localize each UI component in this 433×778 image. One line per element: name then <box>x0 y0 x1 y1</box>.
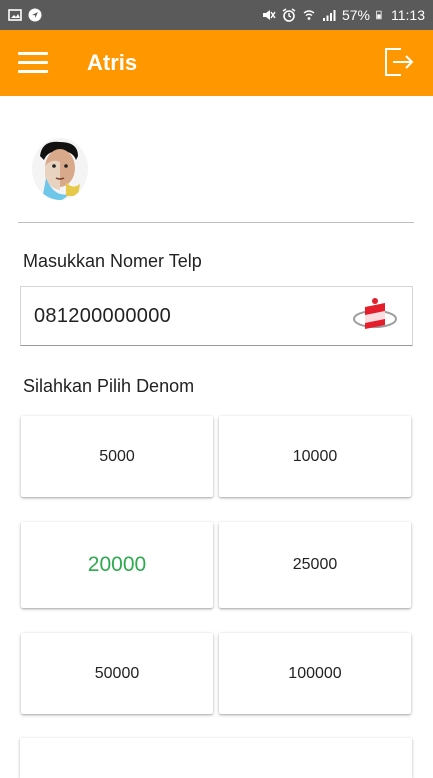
operator-logo-icon <box>353 298 397 329</box>
battery-percent: 57% <box>341 7 370 23</box>
menu-button[interactable] <box>18 52 48 74</box>
phone-input[interactable] <box>32 303 336 329</box>
denom-card-partial[interactable] <box>20 738 412 778</box>
signal-icon <box>322 10 336 21</box>
phone-field[interactable] <box>20 286 413 346</box>
avatar <box>32 138 88 200</box>
app-bar: Atris <box>0 30 433 96</box>
denom-card-100000[interactable]: 100000 <box>219 633 411 714</box>
app-title: Atris <box>87 50 138 75</box>
gallery-icon <box>8 9 22 21</box>
status-left <box>8 8 42 22</box>
status-bar: 57% 11:13 <box>0 0 433 30</box>
denom-card-50000[interactable]: 50000 <box>21 633 213 714</box>
wifi-icon <box>303 10 315 20</box>
divider <box>18 222 414 223</box>
menu-icon <box>18 52 48 55</box>
avatar-image <box>32 138 88 200</box>
denom-card-10000[interactable]: 10000 <box>219 416 411 497</box>
denom-label: Silahkan Pilih Denom <box>23 376 195 396</box>
logout-icon[interactable] <box>383 46 415 78</box>
mute-icon <box>262 10 276 20</box>
phone-label: Masukkan Nomer Telp <box>23 251 202 271</box>
status-time: 11:13 <box>391 7 425 23</box>
denom-card-5000[interactable]: 5000 <box>21 416 213 497</box>
denom-card-25000[interactable]: 25000 <box>219 522 411 608</box>
navigation-icon <box>28 8 42 22</box>
alarm-icon <box>282 8 296 22</box>
status-right: 57% 11:13 <box>262 7 425 23</box>
battery-icon <box>376 10 382 20</box>
denom-card-20000[interactable]: 20000 <box>21 522 213 608</box>
